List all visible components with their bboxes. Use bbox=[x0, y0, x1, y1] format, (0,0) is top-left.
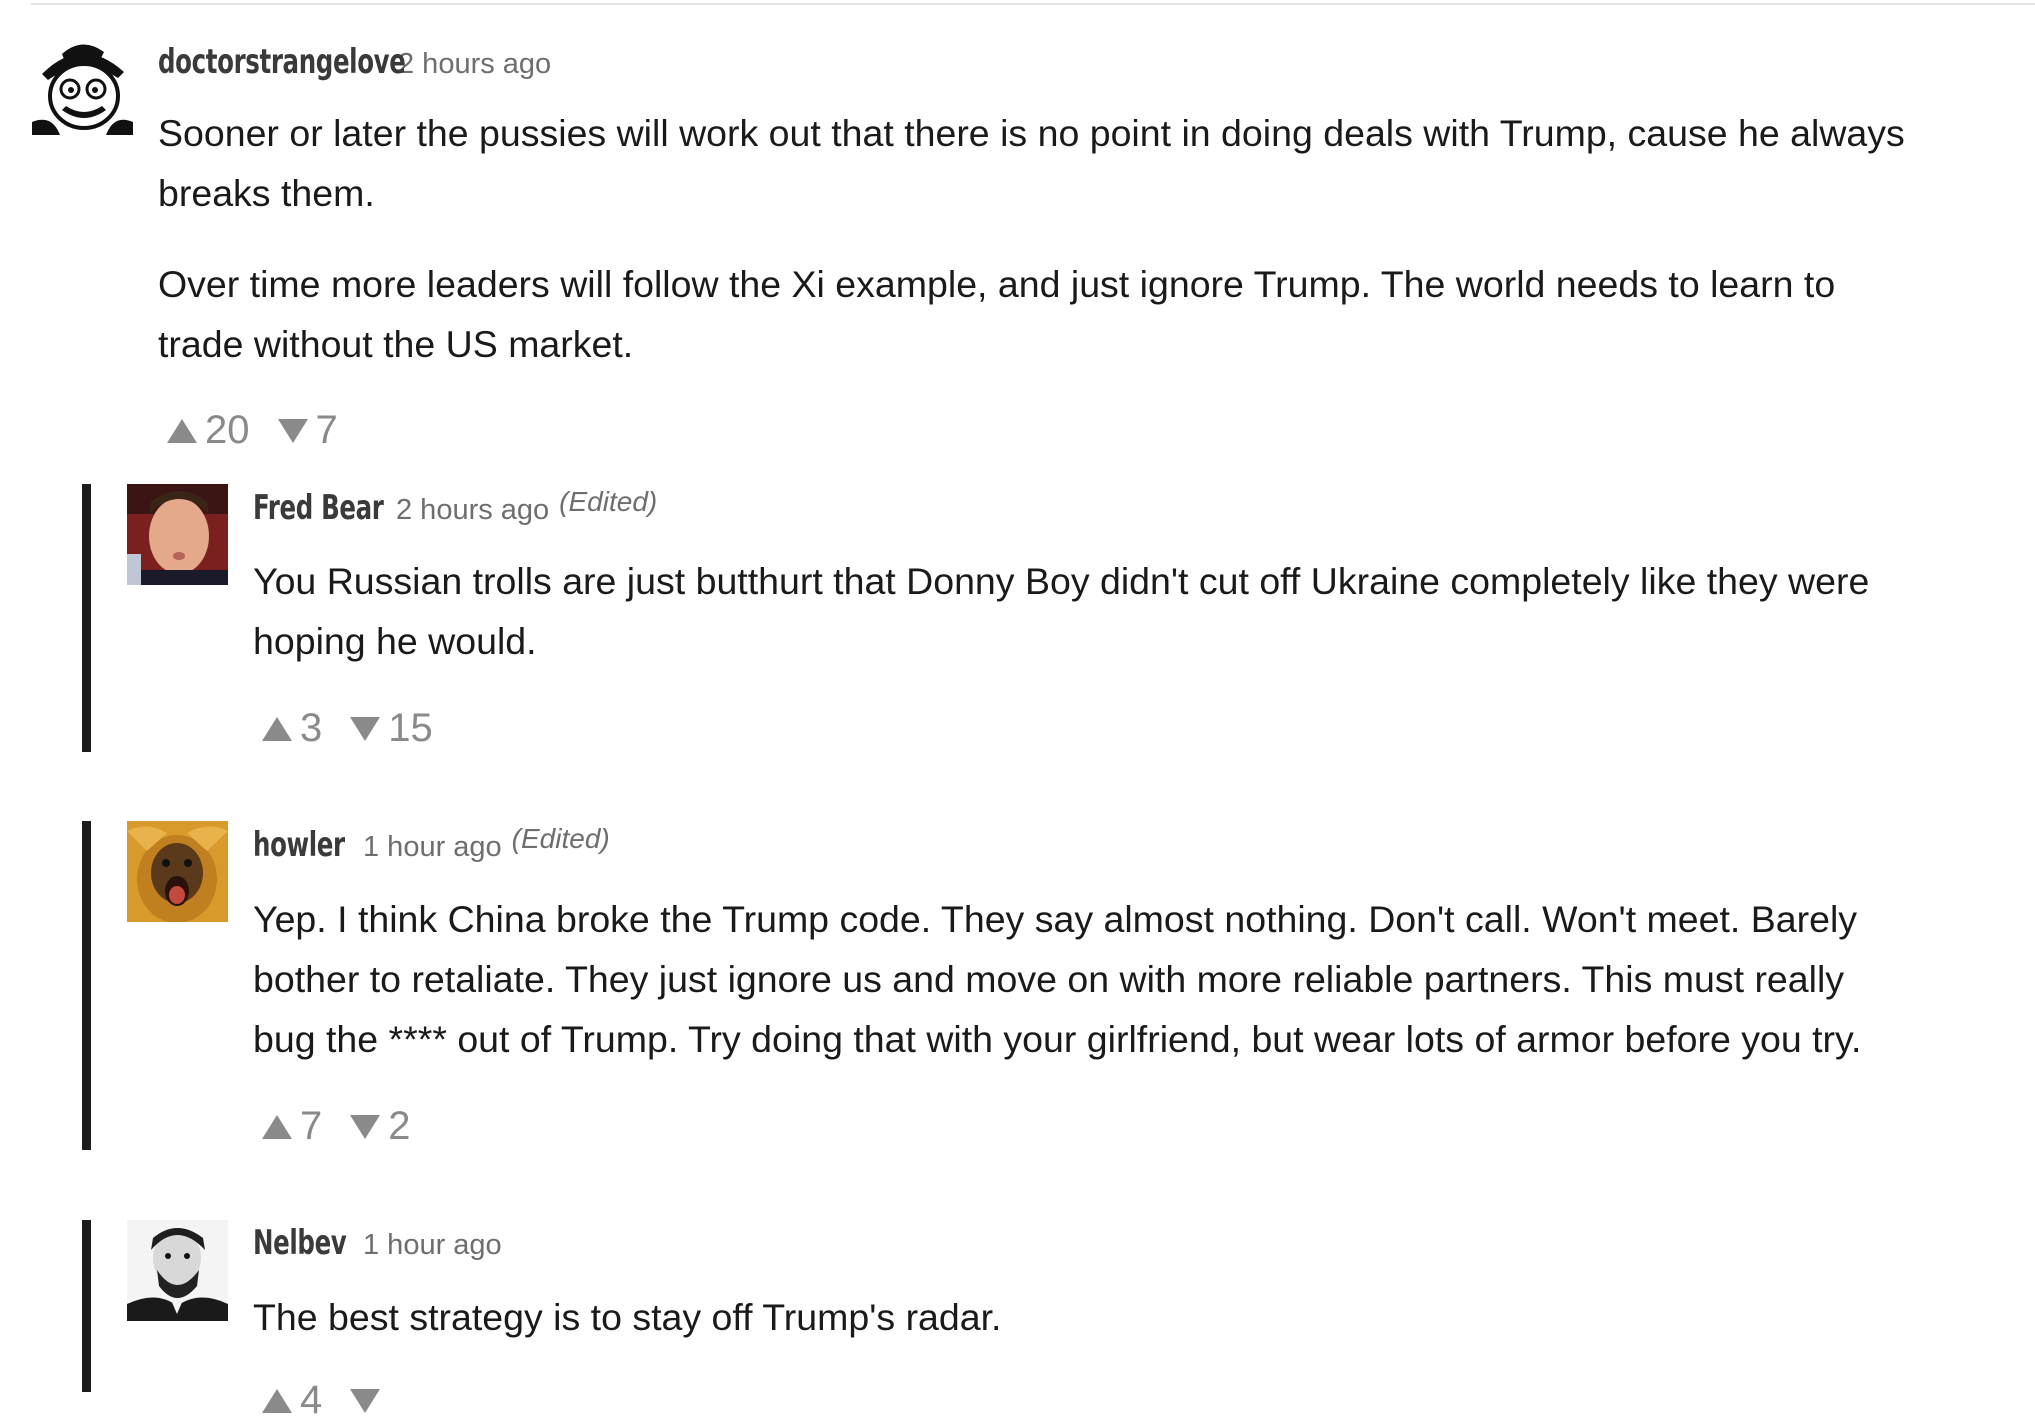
upvote-arrow-icon bbox=[262, 1114, 292, 1139]
upvote-button[interactable]: 20 bbox=[167, 408, 250, 453]
comment-body: You Russian trolls are just butthurt tha… bbox=[253, 551, 1869, 671]
comment-meta: howler 1 hour ago (Edited) bbox=[253, 823, 610, 865]
cartoon-spy-avatar[interactable] bbox=[32, 34, 133, 135]
upvote-button[interactable]: 3 bbox=[262, 706, 322, 751]
upvote-button[interactable]: 7 bbox=[262, 1104, 322, 1149]
comment-text: The best strategy is to stay off Trump's… bbox=[253, 1296, 1002, 1338]
upvote-count: 3 bbox=[300, 706, 323, 750]
downvote-button[interactable]: 15 bbox=[350, 706, 433, 751]
timestamp[interactable]: 1 hour ago bbox=[363, 831, 502, 864]
downvote-button[interactable]: 7 bbox=[277, 408, 338, 453]
author-name[interactable]: Fred Bear bbox=[253, 488, 384, 528]
downvote-button[interactable]: 2 bbox=[350, 1104, 411, 1149]
comment-meta: doctorstrangelove 2 hours ago bbox=[158, 42, 551, 82]
author-name[interactable]: doctorstrangelove bbox=[158, 42, 406, 82]
upvote-arrow-icon bbox=[262, 1388, 292, 1413]
comment-text: bug the **** out of Trump. Try doing tha… bbox=[253, 1018, 1862, 1060]
vote-bar: 20 7 bbox=[167, 408, 338, 453]
downvote-arrow-icon bbox=[277, 418, 308, 443]
upvote-count: 4 bbox=[300, 1378, 323, 1422]
edited-label: (Edited) bbox=[559, 486, 658, 517]
thread-indicator bbox=[82, 821, 91, 1150]
author-name[interactable]: Nelbev bbox=[253, 1223, 347, 1263]
thread-indicator bbox=[82, 484, 91, 752]
edited-label: (Edited) bbox=[511, 823, 610, 854]
author-name[interactable]: howler bbox=[253, 825, 345, 865]
timestamp[interactable]: 2 hours ago bbox=[396, 494, 549, 527]
comment-meta: Fred Bear 2 hours ago (Edited) bbox=[253, 486, 658, 528]
downvote-arrow-icon bbox=[350, 716, 381, 741]
upvote-arrow-icon bbox=[262, 716, 292, 741]
comment-body: The best strategy is to stay off Trump's… bbox=[253, 1287, 1001, 1347]
upvote-count: 7 bbox=[300, 1104, 323, 1148]
comment-text: Over time more leaders will follow the X… bbox=[158, 263, 1836, 305]
bearded-man-avatar[interactable] bbox=[127, 1220, 228, 1321]
comment-body: Sooner or later the pussies will work ou… bbox=[158, 103, 1905, 374]
face-photo-avatar[interactable] bbox=[127, 484, 228, 585]
comment-text: hoping he would. bbox=[253, 620, 537, 662]
comment-text: trade without the US market. bbox=[158, 323, 634, 365]
comment-text: Yep. I think China broke the Trump code.… bbox=[253, 898, 1858, 940]
upvote-button[interactable]: 4 bbox=[262, 1378, 322, 1423]
comment-text: breaks them. bbox=[158, 172, 375, 214]
comment-text: bother to retaliate. They just ignore us… bbox=[253, 958, 1845, 1000]
vote-bar: 3 15 bbox=[262, 706, 433, 751]
comment-body: Yep. I think China broke the Trump code.… bbox=[253, 889, 1861, 1069]
comment-text: Sooner or later the pussies will work ou… bbox=[158, 112, 1905, 154]
downvote-arrow-icon bbox=[350, 1114, 381, 1139]
thread-indicator bbox=[82, 1220, 91, 1392]
downvote-count: 2 bbox=[388, 1104, 411, 1148]
downvote-button[interactable] bbox=[350, 1388, 388, 1413]
vote-bar: 4 bbox=[262, 1378, 388, 1423]
vote-bar: 7 2 bbox=[262, 1104, 411, 1149]
howler-monkey-avatar[interactable] bbox=[127, 821, 228, 922]
timestamp[interactable]: 2 hours ago bbox=[398, 48, 551, 81]
timestamp[interactable]: 1 hour ago bbox=[363, 1229, 502, 1262]
comment-text: You Russian trolls are just butthurt tha… bbox=[253, 560, 1870, 602]
top-divider bbox=[31, 3, 2035, 5]
downvote-arrow-icon bbox=[350, 1388, 381, 1413]
comment-meta: Nelbev 1 hour ago bbox=[253, 1223, 502, 1263]
downvote-count: 7 bbox=[315, 408, 338, 452]
downvote-count: 15 bbox=[388, 706, 433, 750]
upvote-arrow-icon bbox=[167, 418, 197, 443]
upvote-count: 20 bbox=[205, 408, 250, 452]
